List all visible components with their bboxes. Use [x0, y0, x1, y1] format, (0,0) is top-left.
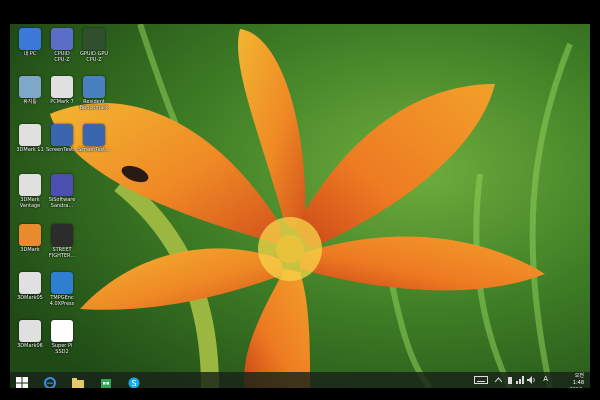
skype-icon[interactable]: S: [128, 374, 140, 388]
super-pi-icon: [51, 320, 73, 342]
desktop-icon[interactable]: Super Pi SSD2: [40, 320, 84, 355]
this-pc-icon: [19, 28, 41, 50]
tmpgenc-icon: [51, 272, 73, 294]
sisoftware-icon: [51, 174, 73, 196]
desktop-icon-label: GPUID GPU CPU-Z: [79, 51, 108, 63]
desktop-icon[interactable]: ScreenTest...: [72, 124, 116, 153]
desktop-icon-label: Super Pi SSD2: [51, 343, 73, 355]
desktop-icon[interactable]: Resident Benchmark: [72, 76, 116, 111]
file-explorer-icon[interactable]: [72, 374, 84, 388]
pcmark-icon: [51, 76, 73, 98]
desktop-screen: 내 PC CPUID CPU-Z GPUID GPU CPU-Z 휴지통 PCMark …: [10, 24, 590, 388]
desktop-icon-label: Resident Benchmark: [79, 99, 109, 111]
ime-indicator[interactable]: A: [543, 375, 548, 383]
3dmark-vantage-icon: [19, 174, 41, 196]
street-fighter-icon: [51, 224, 73, 246]
internet-explorer-icon[interactable]: [44, 374, 56, 388]
clock-date: 2012-07-02: [569, 387, 584, 388]
windows-store-icon[interactable]: [100, 374, 112, 388]
gpuz-icon: [83, 28, 105, 50]
3dmark06-icon: [19, 320, 41, 342]
clock[interactable]: 오전 1:48 2012-07-02: [569, 373, 584, 388]
recycle-bin-icon: [19, 76, 41, 98]
taskbar: S A 오전 1:48 201: [10, 372, 590, 388]
desktop-icon[interactable]: GPUID GPU CPU-Z: [72, 28, 116, 63]
keyboard-icon[interactable]: [474, 376, 488, 384]
resident-benchmark-icon: [83, 76, 105, 98]
battery-icon[interactable]: [507, 376, 513, 385]
svg-text:S: S: [131, 379, 136, 388]
desktop-icon[interactable]: STREET FIGHTER...: [40, 224, 84, 259]
screentest-icon: [51, 124, 73, 146]
3dmark05-icon: [19, 272, 41, 294]
desktop-icon[interactable]: TMPGEnc 4.0XPress: [40, 272, 84, 307]
desktop-icon-label: SiSoftware Sandra...: [48, 197, 76, 209]
desktop-icon[interactable]: SiSoftware Sandra...: [40, 174, 84, 209]
desktop-icon-label: STREET FIGHTER...: [48, 247, 76, 259]
windows-start-icon[interactable]: [16, 374, 28, 388]
desktop-icon-label: ScreenTest...: [78, 147, 110, 153]
3dmark-icon: [19, 224, 41, 246]
cpuz-icon: [51, 28, 73, 50]
network-icon[interactable]: [516, 376, 524, 384]
clock-time: 오전 1:48: [572, 373, 584, 386]
screentest-icon: [83, 124, 105, 146]
desktop-icon-label: TMPGEnc 4.0XPress: [49, 295, 75, 307]
3dmark-icon: [19, 124, 41, 146]
chevron-up-icon[interactable]: [495, 377, 502, 383]
volume-icon[interactable]: [527, 376, 536, 384]
